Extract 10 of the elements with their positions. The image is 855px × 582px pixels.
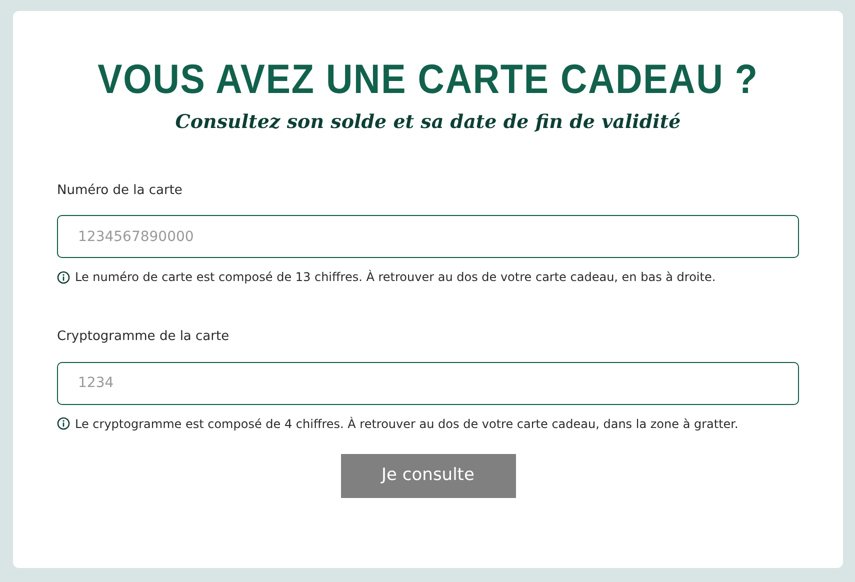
subtitle: Consultez son solde et sa date de fin de validité — [174, 110, 682, 135]
info-icon — [57, 417, 70, 430]
hint-text: Le numéro de carte est composé de 13 chiffres. À retrouver au dos de votre carte cadeau, en bas à droite. — [75, 268, 716, 286]
field-label: Numéro de la carte — [57, 182, 184, 200]
page-title: VOUS AVEZ UNE CARTE CADEAU ? — [96, 59, 760, 100]
input-field[interactable]: 1234 — [57, 362, 799, 404]
input-field[interactable]: 1234567890000 — [57, 215, 799, 258]
hint-text: Le cryptogramme est composé de 4 chiffres. À retrouver au dos de votre carte cadeau, dans la zone à gratter. — [75, 416, 738, 432]
info-icon — [57, 270, 70, 284]
field-label: Cryptogramme de la carte — [57, 328, 230, 346]
